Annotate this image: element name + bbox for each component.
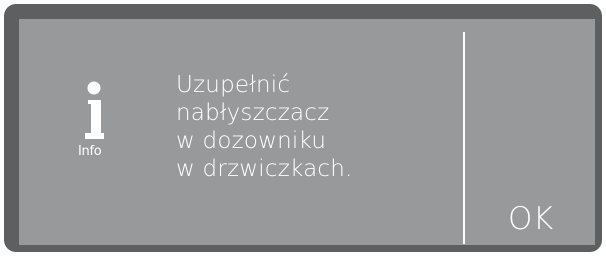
info-icon: [85, 81, 104, 139]
message-line: nabłyszczacz: [176, 100, 330, 126]
dialog-message: Uzupełnić nabłyszczacz w dozowniku w drz…: [176, 71, 466, 183]
info-icon-label: Info: [78, 144, 102, 159]
display-bezel: Info Uzupełnić nabłyszczacz w dozowniku …: [4, 4, 602, 252]
ok-button[interactable]: OK: [465, 19, 595, 245]
message-line: Uzupełnić: [176, 72, 291, 98]
message-line: w drzwiczkach.: [176, 156, 353, 182]
ok-button-label: OK: [508, 201, 554, 237]
message-line: w dozowniku: [176, 128, 327, 154]
info-dialog: Info Uzupełnić nabłyszczacz w dozowniku …: [19, 19, 595, 245]
